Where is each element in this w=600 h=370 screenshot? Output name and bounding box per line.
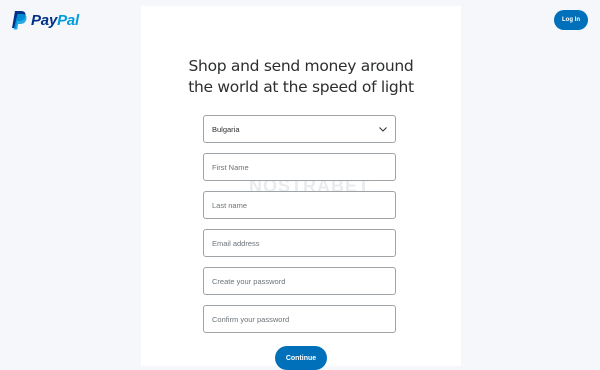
last-name-placeholder: Last name [212,200,248,210]
first-name-placeholder: First Name [212,162,249,172]
page-title-line2: the world at the speed of light [188,78,414,96]
first-name-field[interactable]: First Name [203,153,396,181]
password-placeholder: Create your password [212,276,286,286]
paypal-logo[interactable]: PayPal [10,10,79,30]
confirm-password-placeholder: Confirm your password [212,314,290,324]
continue-button[interactable]: Continue [275,346,327,370]
page-title-line1: Shop and send money around [188,57,414,75]
signup-card: Shop and send money around the world at … [141,6,461,370]
country-select-value: Bulgaria [212,124,240,134]
email-placeholder: Email address [212,238,260,248]
confirm-password-field[interactable]: Confirm your password [203,305,396,333]
chevron-down-icon [379,126,387,132]
paypal-wordmark-pay: Pay [31,11,58,29]
country-select[interactable]: Bulgaria [203,115,396,143]
email-field[interactable]: Email address [203,229,396,257]
login-button[interactable]: Log In [554,10,588,30]
paypal-wordmark-pal: Pal [57,11,80,29]
password-field[interactable]: Create your password [203,267,396,295]
paypal-wordmark: PayPal [31,12,79,29]
page-title: Shop and send money around the world at … [141,56,461,98]
paypal-logo-icon [12,11,27,30]
last-name-field[interactable]: Last name [203,191,396,219]
